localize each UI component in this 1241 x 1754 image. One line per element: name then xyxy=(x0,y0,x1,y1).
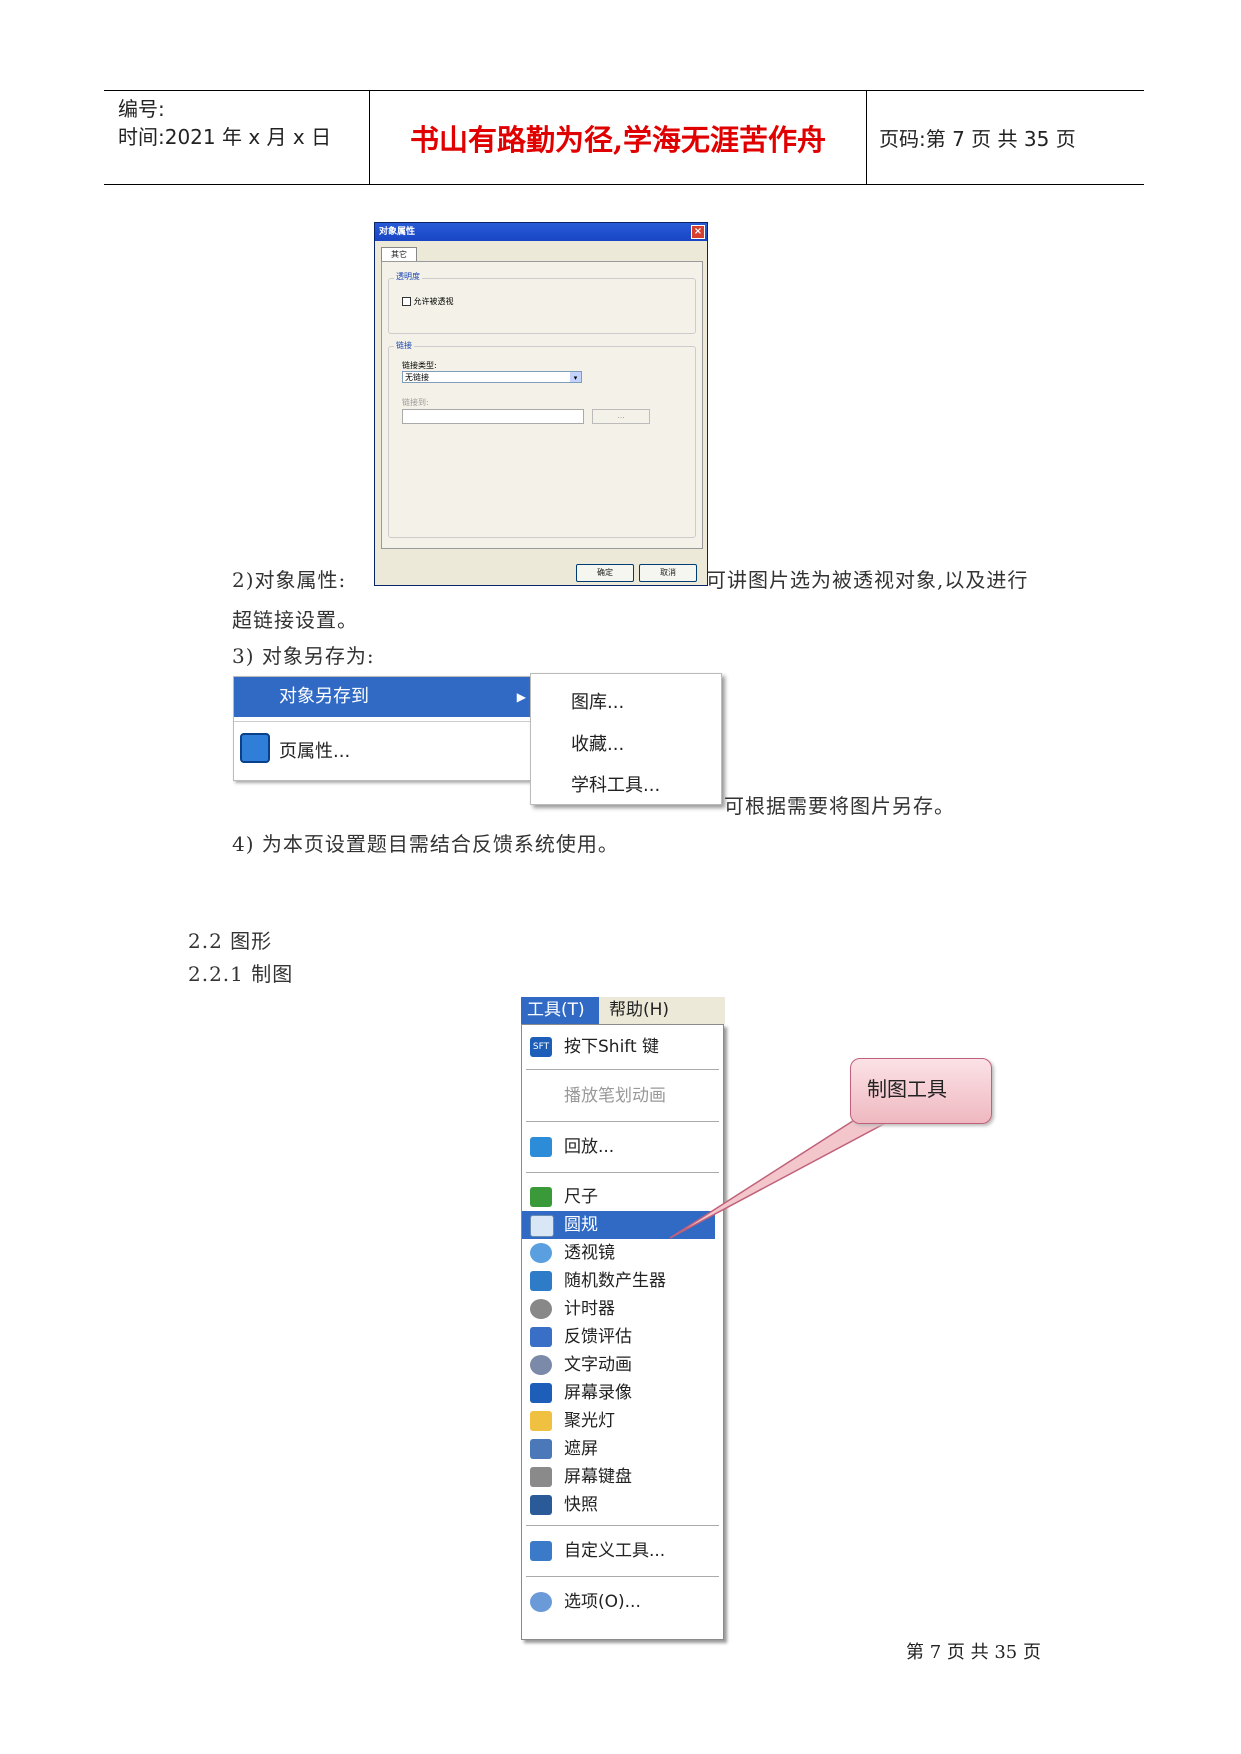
item3-text: 3) 对象另存为: xyxy=(232,644,375,668)
dialog-titlebar: 对象属性 × xyxy=(375,223,707,241)
link-type-select[interactable]: 无链接 ▾ xyxy=(402,371,582,383)
menu-item-options[interactable]: 选项(O)... xyxy=(522,1588,723,1616)
submenu-item-favorites[interactable]: 收藏... xyxy=(571,730,624,756)
keyboard-icon xyxy=(530,1467,552,1487)
feedback-icon xyxy=(530,1327,552,1347)
page-header: 编号: 时间:2021 年 x 月 x 日 书山有路勤为径,学海无涯苦作舟 页码… xyxy=(104,90,1144,185)
header-left: 编号: 时间:2021 年 x 月 x 日 xyxy=(104,91,370,184)
submenu-item-gallery[interactable]: 图库... xyxy=(571,688,624,714)
menu-item-custom-tools[interactable]: 自定义工具... xyxy=(522,1537,723,1565)
gear-icon xyxy=(530,1592,552,1612)
menu-separator xyxy=(234,721,534,722)
ok-button[interactable]: 确定 xyxy=(576,564,634,582)
submenu-item-subject-tools[interactable]: 学科工具... xyxy=(571,771,660,797)
feedback-label: 反馈评估 xyxy=(564,1327,632,1347)
item3-suffix: 可根据需要将图片另存。 xyxy=(724,794,955,818)
link-type-label: 链接类型: xyxy=(402,361,437,370)
screen-shade-icon xyxy=(530,1439,552,1459)
chevron-down-icon[interactable]: ▾ xyxy=(570,372,581,382)
text-animation-label: 文字动画 xyxy=(564,1355,632,1375)
allow-transparent-checkbox[interactable]: 允许被透视 xyxy=(402,296,454,307)
replay-icon xyxy=(530,1137,552,1157)
save-to-label: 对象另存到 xyxy=(279,686,369,707)
dice-icon xyxy=(530,1271,552,1291)
menu-item-screen-shade[interactable]: 遮屏 xyxy=(522,1435,723,1463)
cancel-button[interactable]: 取消 xyxy=(639,564,697,582)
menu-help[interactable]: 帮助(H) xyxy=(609,997,669,1024)
dialog-title: 对象属性 xyxy=(379,227,416,237)
context-menu: 对象另存到 ▶ 页属性... xyxy=(233,676,535,781)
text-animation-icon xyxy=(530,1355,552,1375)
browse-button[interactable]: ... xyxy=(592,409,650,424)
options-label: 选项(O)... xyxy=(564,1592,641,1612)
magnifier-label: 透视镜 xyxy=(564,1243,615,1263)
link-to-label: 链接到: xyxy=(402,398,429,407)
camera-icon xyxy=(530,1495,552,1515)
custom-tools-label: 自定义工具... xyxy=(564,1541,666,1561)
tab-other[interactable]: 其它 xyxy=(381,247,417,262)
item4-text: 4) 为本页设置题目需结合反馈系统使用。 xyxy=(232,832,619,856)
page-label: 页码:第 7 页 共 35 页 xyxy=(879,127,1076,151)
menu-tools[interactable]: 工具(T) xyxy=(521,997,599,1024)
screen-keyboard-label: 屏幕键盘 xyxy=(564,1467,632,1487)
motto: 书山有路勤为径,学海无涯苦作舟 xyxy=(370,91,867,184)
play-stroke-label: 播放笔划动画 xyxy=(564,1086,666,1106)
menu-item-screen-keyboard[interactable]: 屏幕键盘 xyxy=(522,1463,723,1491)
close-icon[interactable]: × xyxy=(691,225,705,239)
ruler-icon xyxy=(530,1187,552,1207)
menu-item-timer[interactable]: 计时器 xyxy=(522,1295,723,1323)
item2-suffix: 可讲图片选为被透视对象,以及进行 xyxy=(706,568,1029,592)
screen-record-label: 屏幕录像 xyxy=(564,1383,632,1403)
menu-item-screen-record[interactable]: 屏幕录像 xyxy=(522,1379,723,1407)
random-number-label: 随机数产生器 xyxy=(564,1271,666,1291)
menu-separator xyxy=(526,1525,719,1527)
snapshot-label: 快照 xyxy=(564,1495,598,1515)
code-label: 编号: xyxy=(118,97,165,121)
timer-label: 计时器 xyxy=(564,1299,615,1319)
checkbox-label: 允许被透视 xyxy=(413,297,454,306)
ruler-label: 尺子 xyxy=(564,1187,598,1207)
link-to-input[interactable] xyxy=(402,409,584,424)
page-properties-icon xyxy=(240,733,270,763)
clapper-icon xyxy=(530,1383,552,1403)
section-2-2-1-heading: 2.2.1 制图 xyxy=(188,962,294,986)
shift-icon: SFT xyxy=(530,1037,552,1057)
checkbox-icon[interactable] xyxy=(402,297,411,306)
magnifier-icon xyxy=(530,1243,552,1263)
callout-box: 制图工具 xyxy=(850,1058,992,1124)
shift-label: 按下Shift 键 xyxy=(564,1037,660,1057)
page-properties-label: 页属性... xyxy=(279,741,351,762)
link-group-title: 链接 xyxy=(394,340,414,351)
object-properties-dialog: 对象属性 × 其它 透明度 允许被透视 链接 链接类型: 无链接 ▾ 链接到: … xyxy=(374,222,708,586)
dialog-panel: 透明度 允许被透视 链接 链接类型: 无链接 ▾ 链接到: ... xyxy=(381,261,703,549)
chevron-right-icon: ▶ xyxy=(516,690,526,704)
toolbox-icon xyxy=(530,1541,552,1561)
section-2-2-heading: 2.2 图形 xyxy=(188,929,273,953)
compass-label: 圆规 xyxy=(564,1215,598,1235)
time-label: 时间:2021 年 x 月 x 日 xyxy=(118,125,332,149)
menu-item-random-number[interactable]: 随机数产生器 xyxy=(522,1267,723,1295)
menu-item-page-properties[interactable]: 页属性... xyxy=(234,727,534,771)
menu-item-text-animation[interactable]: 文字动画 xyxy=(522,1351,723,1379)
screen-shade-label: 遮屏 xyxy=(564,1439,598,1459)
menu-item-spotlight[interactable]: 聚光灯 xyxy=(522,1407,723,1435)
spotlight-label: 聚光灯 xyxy=(564,1411,615,1431)
item2-prefix: 2)对象属性: xyxy=(232,568,347,592)
callout-text: 制图工具 xyxy=(867,1077,947,1101)
compass-icon xyxy=(530,1215,554,1237)
menu-item-snapshot[interactable]: 快照 xyxy=(522,1491,723,1519)
stopwatch-icon xyxy=(530,1299,552,1319)
replay-label: 回放... xyxy=(564,1137,615,1157)
spotlight-icon xyxy=(530,1411,552,1431)
menu-item-feedback[interactable]: 反馈评估 xyxy=(522,1323,723,1351)
transparency-group-title: 透明度 xyxy=(394,271,422,282)
menu-item-save-to[interactable]: 对象另存到 ▶ xyxy=(234,677,534,717)
page-footer: 第 7 页 共 35 页 xyxy=(906,1642,1041,1663)
menubar: 工具(T) 帮助(H) xyxy=(521,997,725,1024)
menu-separator xyxy=(526,1576,719,1578)
item2-continued: 超链接设置。 xyxy=(232,608,358,632)
save-to-submenu: 图库... 收藏... 学科工具... xyxy=(530,673,722,805)
link-type-value: 无链接 xyxy=(405,373,429,382)
